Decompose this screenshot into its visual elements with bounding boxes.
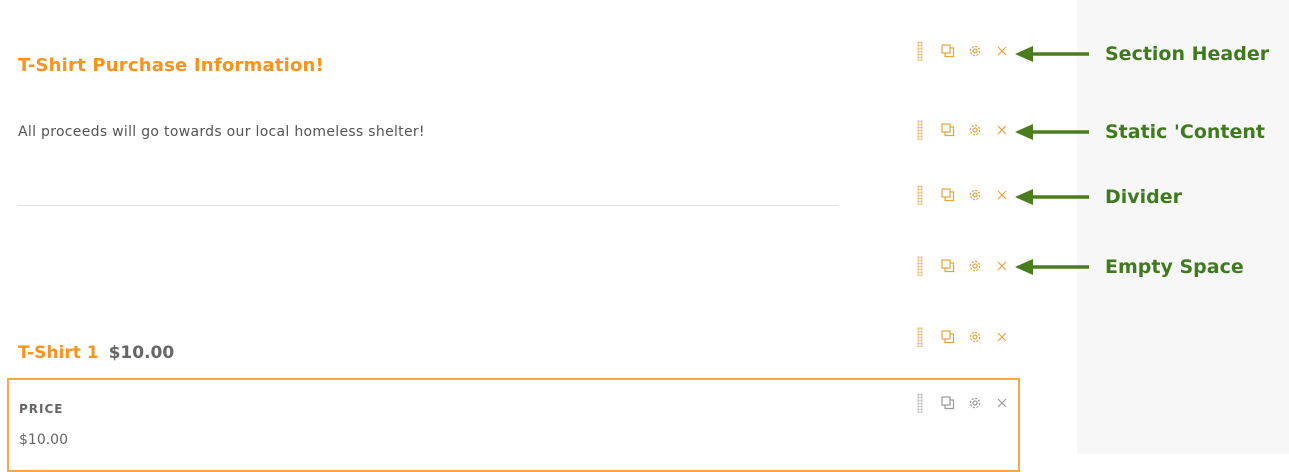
product-name: T-Shirt 1 [18,343,99,363]
divider-line [18,205,838,206]
arrow-left-icon [1015,124,1089,140]
right-sidebar-panel [1077,0,1289,454]
duplicate-icon[interactable] [941,44,955,58]
gear-icon[interactable] [968,123,982,137]
static-content-text: All proceeds will go towards our local h… [18,124,425,140]
close-icon[interactable] [995,259,1009,273]
drag-handle-icon[interactable] [917,185,923,205]
annotation-label: Static 'Content [1105,121,1265,143]
drag-handle-icon[interactable] [917,393,923,413]
product-price: $10.00 [108,343,175,363]
close-icon[interactable] [995,123,1009,137]
gear-icon[interactable] [968,259,982,273]
price-field-value: $10.00 [19,432,68,448]
annotation: Empty Space [1015,256,1244,278]
annotation-label: Divider [1105,186,1183,208]
close-icon[interactable] [995,396,1009,410]
gear-icon[interactable] [968,396,982,410]
drag-handle-icon[interactable] [917,41,923,61]
product-header: T-Shirt 1 $10.00 [18,343,174,363]
gear-icon[interactable] [968,44,982,58]
drag-handle-icon[interactable] [917,256,923,276]
price-field-block[interactable]: PRICE $10.00 [7,378,1020,472]
row-controls [917,392,1022,414]
annotation: Divider [1015,186,1182,208]
close-icon[interactable] [995,188,1009,202]
annotation-label: Section Header [1105,43,1270,65]
row-controls [917,119,1022,141]
drag-handle-icon[interactable] [917,327,923,347]
row-controls [917,326,1022,348]
row-controls [917,40,1022,62]
section-header-title: T-Shirt Purchase Information! [18,55,324,76]
duplicate-icon[interactable] [941,396,955,410]
close-icon[interactable] [995,44,1009,58]
duplicate-icon[interactable] [941,259,955,273]
arrow-left-icon [1015,259,1089,275]
arrow-left-icon [1015,189,1089,205]
annotation: Static 'Content [1015,121,1265,143]
annotation: Section Header [1015,43,1269,65]
arrow-left-icon [1015,46,1089,62]
row-controls [917,184,1022,206]
annotation-label: Empty Space [1105,256,1244,278]
close-icon[interactable] [995,330,1009,344]
duplicate-icon[interactable] [941,123,955,137]
row-controls [917,255,1022,277]
price-field-label: PRICE [19,402,64,416]
duplicate-icon[interactable] [941,188,955,202]
gear-icon[interactable] [968,330,982,344]
gear-icon[interactable] [968,188,982,202]
duplicate-icon[interactable] [941,330,955,344]
drag-handle-icon[interactable] [917,120,923,140]
